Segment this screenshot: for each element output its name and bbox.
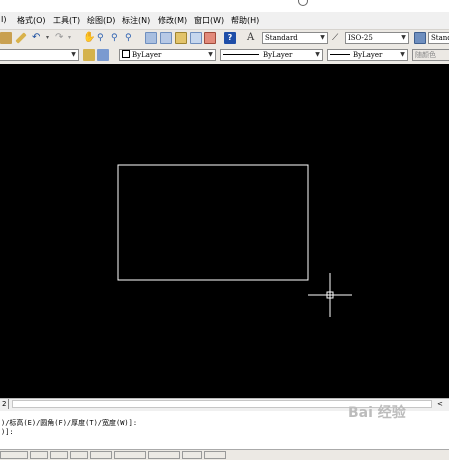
lineweight-preview — [330, 54, 350, 55]
menu-item-help[interactable]: 帮助(H) — [231, 15, 259, 26]
drawing-canvas[interactable] — [0, 64, 449, 398]
status-bar — [0, 449, 449, 460]
help-icon[interactable]: ? — [224, 32, 236, 44]
command-prompt-line: )]: — [1, 428, 14, 436]
redo-icon[interactable]: ↷ — [55, 32, 67, 44]
status-osnap-toggle[interactable] — [114, 451, 146, 459]
zoom-realtime-icon[interactable]: ⚲ — [97, 32, 109, 44]
window-handle-icon — [298, 0, 308, 6]
color-select[interactable]: ByLayer ▼ — [119, 49, 216, 61]
layer-previous-icon[interactable] — [97, 49, 109, 61]
drawn-rectangle[interactable] — [117, 164, 309, 281]
color-swatch-icon — [122, 50, 130, 58]
menu-item-draw[interactable]: 绘图(D) — [87, 15, 115, 26]
lineweight-select[interactable]: ByLayer ▼ — [327, 49, 408, 61]
menu-item-modify[interactable]: 修改(M) — [158, 15, 187, 26]
zoom-window-icon[interactable]: ⚲ — [111, 32, 123, 44]
plotstyle-select: 随颜色 — [412, 49, 449, 61]
linetype-select[interactable]: ByLayer ▼ — [220, 49, 323, 61]
chevron-down-icon: ▼ — [71, 51, 76, 58]
design-center-icon[interactable] — [160, 32, 172, 44]
dim-style-icon: ⟋ — [332, 33, 339, 43]
table-style-select[interactable]: Stand — [428, 32, 449, 44]
chevron-down-icon: ▼ — [400, 51, 405, 58]
tool-palettes-icon[interactable] — [175, 32, 187, 44]
properties-icon[interactable] — [145, 32, 157, 44]
canvas-drawing — [117, 164, 352, 317]
watermark-logo: Bai 经验 — [348, 405, 406, 421]
menu-item-dimension[interactable]: 标注(N) — [122, 15, 150, 26]
status-coordinates — [0, 451, 28, 459]
status-otrack-toggle[interactable] — [148, 451, 180, 459]
chevron-down-icon: ▼ — [315, 51, 320, 58]
status-ortho-toggle[interactable] — [70, 451, 88, 459]
command-history-line: )/标高(E)/圆角(F)/厚度(T)/宽度(W)]: — [1, 419, 138, 427]
text-style-select[interactable]: Standard ▼ — [262, 32, 328, 44]
tab-layout2[interactable]: 2 — [0, 399, 10, 409]
menu-item-tools[interactable]: 工具(T) — [53, 15, 80, 26]
menu-bar: I) 格式(O) 工具(T) 绘图(D) 标注(N) 修改(M) 窗口(W) 帮… — [0, 12, 449, 29]
sheet-set-icon[interactable] — [190, 32, 202, 44]
table-style-icon — [414, 32, 426, 44]
status-grid-toggle[interactable] — [50, 451, 68, 459]
properties-toolbar: ▼ ByLayer ▼ ByLayer ▼ ByLayer ▼ 随颜色 — [0, 46, 449, 65]
text-style-icon: A — [247, 32, 255, 43]
chevron-down-icon: ▼ — [208, 51, 213, 58]
zoom-previous-icon[interactable]: ⚲ — [125, 32, 137, 44]
linetype-preview — [223, 54, 259, 55]
menu-item-insert[interactable]: I) — [1, 15, 6, 24]
redo-dropdown-icon[interactable]: ▾ — [68, 32, 80, 44]
status-snap-toggle[interactable] — [30, 451, 48, 459]
chevron-down-icon: ▼ — [320, 34, 325, 41]
layer-select[interactable]: ▼ — [0, 49, 79, 61]
scroll-left-icon[interactable]: < — [437, 399, 443, 409]
menu-item-format[interactable]: 格式(O) — [17, 15, 46, 26]
pan-icon[interactable]: ✋ — [83, 32, 95, 44]
markup-icon[interactable] — [204, 32, 216, 44]
dim-style-select[interactable]: ISO-25 ▼ — [345, 32, 409, 44]
status-lwt-toggle[interactable] — [182, 451, 202, 459]
title-strip — [0, 0, 449, 12]
menu-item-window[interactable]: 窗口(W) — [194, 15, 224, 26]
brush-icon[interactable] — [15, 32, 27, 44]
undo-icon[interactable]: ↶ — [32, 32, 44, 44]
make-layer-current-icon[interactable] — [83, 49, 95, 61]
status-polar-toggle[interactable] — [90, 451, 112, 459]
chevron-down-icon: ▼ — [401, 34, 406, 41]
matchprop-icon[interactable] — [0, 32, 12, 44]
status-model-toggle[interactable] — [204, 451, 226, 459]
